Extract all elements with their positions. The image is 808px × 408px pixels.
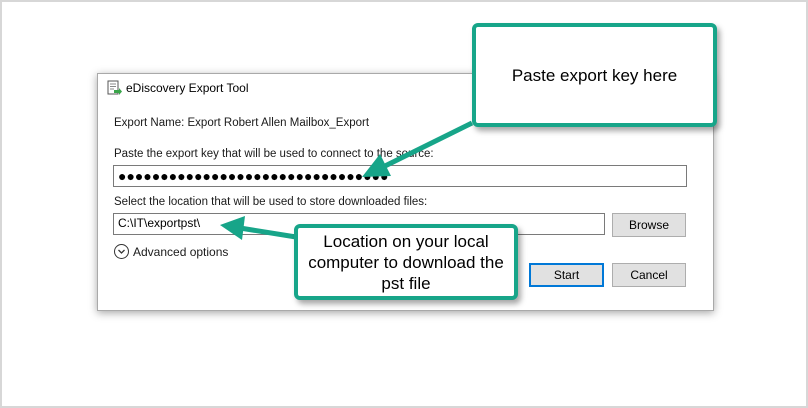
advanced-options-label: Advanced options [133,244,229,259]
export-tool-app-icon [107,80,122,95]
download-location-label: Select the location that will be used to… [114,196,428,208]
location-callout: Location on your local computer to downl… [294,224,518,300]
location-callout-text: Location on your local computer to downl… [308,231,504,293]
advanced-options-toggle[interactable]: Advanced options [114,244,228,259]
dialog-title: eDiscovery Export Tool [126,81,249,95]
paste-key-callout-text: Paste export key here [511,65,678,85]
export-name-label: Export Name: Export Robert Allen Mailbox… [114,117,370,129]
paste-key-callout: Paste export key here [472,23,717,127]
start-button[interactable]: Start [529,263,604,287]
chevron-down-circle-icon [114,244,129,259]
cancel-button[interactable]: Cancel [612,263,686,287]
export-key-label: Paste the export key that will be used t… [114,148,434,160]
export-key-input[interactable]: ●●●●●●●●●●●●●●●●●●●●●●●●●●●●●●●● [113,165,687,187]
browse-button[interactable]: Browse [612,213,686,237]
